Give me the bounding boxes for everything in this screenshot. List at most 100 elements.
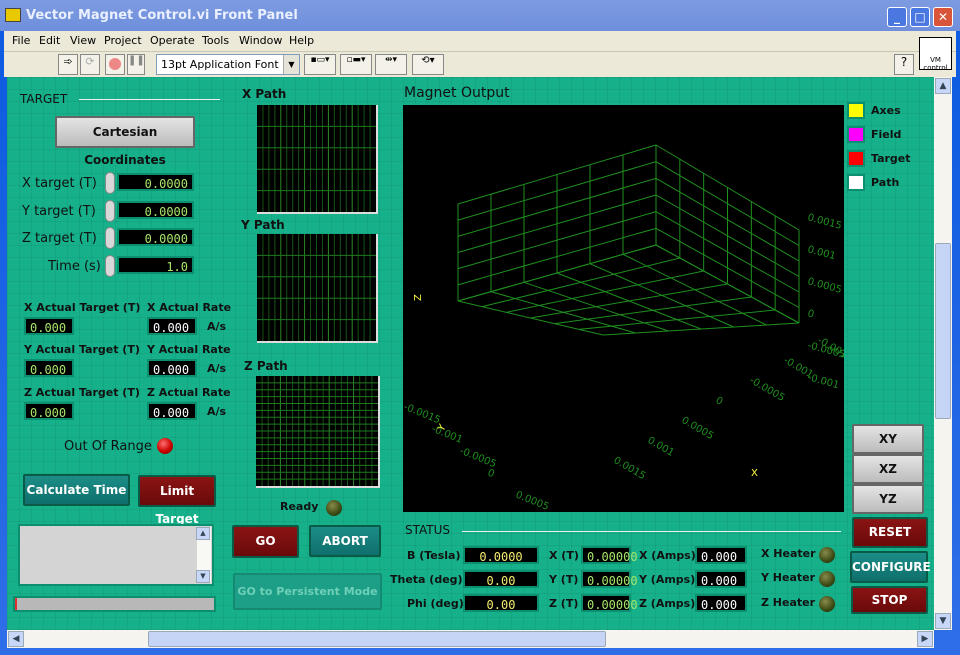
configure-button[interactable]: CONFIGURE [850, 551, 931, 583]
title-bar: Vector Magnet Control.vi Front Panel _ □… [0, 0, 960, 31]
scroll-left-icon[interactable]: ◀ [8, 631, 24, 647]
legend-swatch-target[interactable] [847, 150, 865, 167]
window: Vector Magnet Control.vi Front Panel _ □… [0, 0, 960, 655]
x-tick-label: 0.001 [646, 435, 676, 459]
vertical-scroll-thumb[interactable] [935, 243, 951, 419]
y-tick-label: -0.001 [430, 424, 464, 446]
out-of-range-label: Out Of Range [64, 439, 152, 454]
y-actual-target-value: 0.000 [24, 359, 74, 377]
z-actual-target-label: Z Actual Target (T) [24, 386, 140, 399]
menu-operate[interactable]: Operate [150, 34, 195, 47]
toolbar: ➾ ⟳ ❚❚ 13pt Application Font ▼ ▪▭▾ ▫▬▾ ⇹▾… [4, 52, 956, 77]
y-target-increment[interactable] [105, 200, 115, 222]
minimize-button[interactable]: _ [887, 7, 907, 27]
vertical-scrollbar[interactable]: ▲ ▼ [934, 77, 952, 630]
y-actual-rate-value: 0.000 [147, 359, 197, 377]
x-rate-unit: A/s [207, 320, 227, 333]
x-actual-rate-label: X Actual Rate [147, 301, 232, 314]
align-objects-icon[interactable]: ▪▭▾ [304, 54, 336, 75]
x-actual-target-value: 0.000 [24, 317, 74, 335]
legend-swatch-path[interactable] [847, 174, 865, 191]
x-axis-label: X [751, 468, 758, 479]
target-section-label: TARGET [20, 92, 68, 106]
z-tick-label: 0.001 [806, 244, 837, 262]
distribute-objects-icon[interactable]: ▫▬▾ [340, 54, 372, 75]
phi-label: Phi (deg) [407, 597, 464, 610]
menu-file[interactable]: File [12, 34, 30, 47]
menu-tools[interactable]: Tools [202, 34, 229, 47]
scroll-down-icon[interactable]: ▼ [196, 570, 210, 583]
x-actual-target-label: X Actual Target (T) [24, 301, 141, 314]
z-axis-label: Z [413, 294, 424, 301]
phi-value: 0.00 [463, 594, 539, 612]
x-tick-label: 0.0015 [612, 455, 648, 482]
abort-button[interactable]: ABORT [309, 525, 381, 557]
x-tick-label: 0 [714, 395, 725, 408]
scroll-up-icon[interactable]: ▲ [196, 527, 210, 540]
x-amps-label: X (Amps) [639, 549, 696, 562]
menu-bar: File Edit View Project Operate Tools Win… [4, 31, 956, 52]
limit-target-button[interactable]: Limit Target [138, 475, 216, 526]
z-target-label: Z target (T) [22, 231, 97, 246]
z-actual-target-value: 0.000 [24, 402, 74, 420]
close-button[interactable]: ✕ [933, 7, 953, 27]
x-target-input[interactable]: 0.0000 [117, 173, 194, 191]
z-target-increment[interactable] [105, 227, 115, 249]
legend-swatch-axes[interactable] [847, 102, 865, 119]
y-actual-rate-label: Y Actual Rate [147, 343, 231, 356]
x-tesla-value: 0.00000 [581, 546, 638, 564]
x-tick-label: 0.0005 [680, 415, 716, 442]
help-icon[interactable]: ? [894, 54, 914, 75]
z-target-input[interactable]: 0.0000 [117, 228, 194, 246]
cartesian-coordinates-button[interactable]: Cartesian Coordinates [55, 116, 195, 167]
scroll-up-icon[interactable]: ▲ [935, 78, 951, 94]
y-heater-label: Y Heater [761, 571, 816, 584]
go-button[interactable]: GO [232, 525, 299, 558]
x-heater-label: X Heater [761, 547, 816, 560]
front-panel: TARGET Cartesian Coordinates X target (T… [7, 77, 934, 630]
legend-swatch-field[interactable] [847, 126, 865, 143]
time-increment[interactable] [105, 255, 115, 277]
maximize-button[interactable]: □ [910, 7, 930, 27]
magnet-output-3d-plot[interactable]: 0.00150.0010.00050-0.0005-0.001-0.0015-0… [403, 105, 844, 512]
run-continuously-icon[interactable]: ⟳ [80, 54, 100, 75]
ready-led [326, 500, 342, 516]
abort-execution-icon[interactable] [105, 54, 125, 75]
labview-vi-icon [5, 8, 21, 22]
x-tesla-label: X (T) [549, 549, 579, 562]
run-arrow-icon[interactable]: ➾ [58, 54, 78, 75]
z-tick-label: 0 [806, 308, 815, 320]
menu-project[interactable]: Project [104, 34, 142, 47]
y-target-input[interactable]: 0.0000 [117, 201, 194, 219]
stop-button[interactable]: STOP [851, 586, 928, 614]
scroll-right-icon[interactable]: ▶ [917, 631, 933, 647]
x-heater-led [819, 547, 835, 563]
xy-view-button[interactable]: XY [852, 424, 924, 454]
yz-view-button[interactable]: YZ [852, 484, 924, 514]
pause-icon[interactable]: ❚❚ [127, 54, 145, 75]
y-path-label: Y Path [241, 218, 285, 232]
time-input[interactable]: 1.0 [117, 256, 194, 274]
horizontal-scroll-thumb[interactable] [148, 631, 606, 647]
message-textbox[interactable] [18, 524, 214, 586]
z-path-graph [256, 376, 380, 488]
menu-view[interactable]: View [70, 34, 96, 47]
resize-objects-icon[interactable]: ⇹▾ [375, 54, 407, 75]
y-path-graph [257, 234, 378, 343]
font-select[interactable]: 13pt Application Font ▼ [156, 54, 300, 75]
message-scrollbar[interactable]: ▲ ▼ [196, 527, 211, 583]
menu-window[interactable]: Window [239, 34, 282, 47]
xz-view-button[interactable]: XZ [852, 454, 924, 484]
horizontal-scrollbar[interactable]: ◀ ▶ [7, 630, 934, 648]
y-tick-label: 0.0005 [514, 490, 551, 512]
legend-label-field: Field [871, 128, 902, 141]
go-persistent-mode-button[interactable]: GO to Persistent Mode [233, 573, 382, 610]
legend-label-axes: Axes [871, 104, 901, 117]
reorder-icon[interactable]: ⟲▾ [412, 54, 444, 75]
menu-edit[interactable]: Edit [39, 34, 60, 47]
reset-button[interactable]: RESET [852, 517, 928, 548]
x-target-increment[interactable] [105, 172, 115, 194]
scroll-down-icon[interactable]: ▼ [935, 613, 951, 629]
calculate-time-button[interactable]: Calculate Time [23, 474, 130, 506]
menu-help[interactable]: Help [289, 34, 314, 47]
